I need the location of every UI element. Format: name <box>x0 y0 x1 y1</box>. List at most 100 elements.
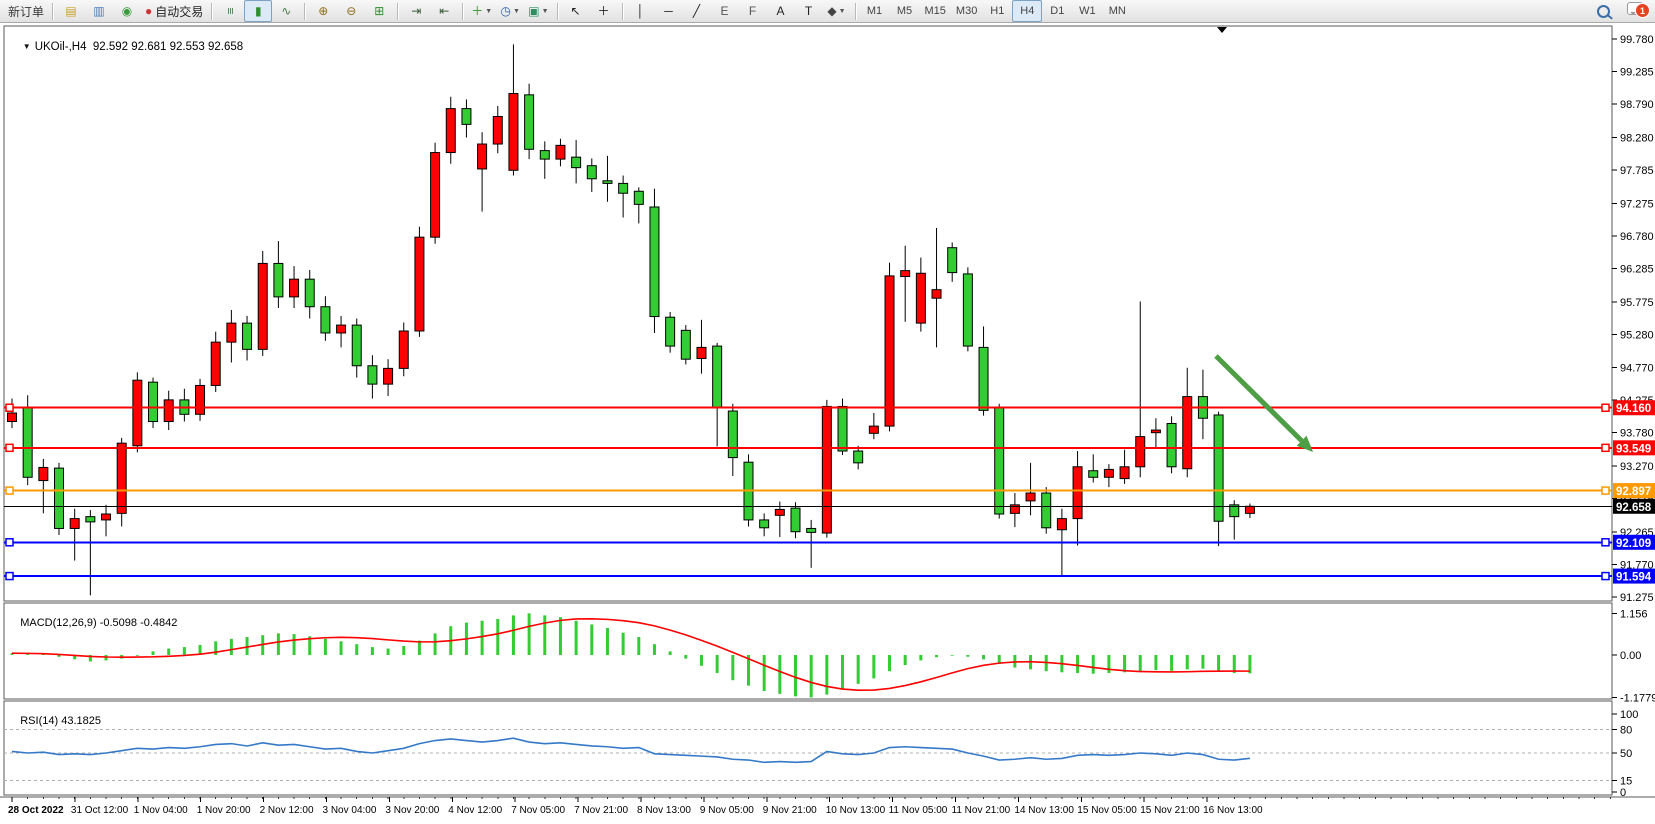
line-anchor-handle[interactable] <box>6 444 13 451</box>
dropdown-caret-icon[interactable]: ▼ <box>839 8 846 15</box>
candle <box>901 271 910 277</box>
new-chart-icon[interactable]: ＋▼ <box>467 0 496 22</box>
candle <box>885 276 894 426</box>
navigator-icon[interactable]: ◉ <box>113 0 141 22</box>
text-icon[interactable]: A <box>767 0 795 22</box>
line-anchor-handle[interactable] <box>6 487 13 494</box>
candle <box>525 95 534 149</box>
horizontal-line-icon[interactable]: ─ <box>655 0 683 22</box>
line-anchor-handle[interactable] <box>1602 487 1609 494</box>
dropdown-caret-icon[interactable]: ▼ <box>542 8 549 15</box>
shapes-icon[interactable]: ◆▼ <box>823 0 851 22</box>
rsi-name: RSI(14) <box>20 715 58 727</box>
zoom-out-icon[interactable]: ⊖ <box>337 0 365 22</box>
candle <box>650 207 659 317</box>
candle <box>540 151 549 160</box>
candle <box>23 407 32 477</box>
toolbar-group: 新订单 <box>4 0 48 22</box>
quotes-window-icon[interactable]: ▤ <box>57 0 85 22</box>
line-chart-icon: ∿ <box>281 5 291 17</box>
chart-menu-arrow-icon[interactable]: ▼ <box>23 42 31 51</box>
candle <box>1073 467 1082 519</box>
rsi-axis-label: 80 <box>1620 725 1632 737</box>
line-anchor-handle[interactable] <box>6 573 13 580</box>
candle <box>572 157 581 167</box>
tf-m1-button[interactable]: M1 <box>860 0 890 22</box>
time-axis-label: 9 Nov 05:00 <box>700 805 754 816</box>
tf-m30-button-label: M30 <box>956 5 977 17</box>
candle <box>352 325 361 366</box>
tf-mn-button[interactable]: MN <box>1102 0 1132 22</box>
tf-m15-button[interactable]: M15 <box>920 0 951 22</box>
auto-trading-button[interactable]: ●自动交易 <box>141 0 207 22</box>
vertical-line-icon[interactable]: │ <box>627 0 655 22</box>
macd-axis-label: 1.156 <box>1620 608 1648 620</box>
templates-icon[interactable]: ▣▼ <box>524 0 552 22</box>
cursor-icon[interactable]: ↖ <box>562 0 590 22</box>
new-order-button-label: 新订单 <box>8 3 44 20</box>
notifications-chat-icon[interactable]: 1 <box>1627 2 1643 20</box>
chart-ohlc-quotes: 92.592 92.681 92.553 92.658 <box>93 41 243 53</box>
line-anchor-handle[interactable] <box>1602 404 1609 411</box>
line-chart-icon[interactable]: ∿ <box>272 0 300 22</box>
auto-scroll-icon[interactable]: ⇥ <box>402 0 430 22</box>
tf-m5-button[interactable]: M5 <box>890 0 920 22</box>
line-anchor-handle[interactable] <box>1602 444 1609 451</box>
candle <box>321 307 330 333</box>
time-axis-label: 1 Nov 04:00 <box>134 805 188 816</box>
tf-d1-button[interactable]: D1 <box>1042 0 1072 22</box>
chart-symbol-period: UKOil-,H4 <box>35 41 87 53</box>
tf-m30-button[interactable]: M30 <box>951 0 982 22</box>
price-axis-label: 94.770 <box>1620 363 1654 375</box>
tile-windows-icon[interactable]: ⊞ <box>365 0 393 22</box>
text-icon: A <box>777 5 785 17</box>
chart-shift-icon[interactable]: ⇤ <box>430 0 458 22</box>
zoom-out-icon: ⊖ <box>346 5 356 17</box>
line-anchor-handle[interactable] <box>1602 539 1609 546</box>
price-axis-label: 99.285 <box>1620 67 1654 79</box>
tf-h1-button[interactable]: H1 <box>982 0 1012 22</box>
candle <box>149 382 158 421</box>
candle <box>86 517 95 522</box>
candle <box>70 519 79 529</box>
fibonacci-icon[interactable]: F <box>739 0 767 22</box>
tf-d1-button-label: D1 <box>1050 5 1064 17</box>
price-axis-label: 93.270 <box>1620 461 1654 473</box>
candle <box>509 94 518 171</box>
candle <box>39 467 48 480</box>
line-anchor-handle[interactable] <box>6 539 13 546</box>
candlestick-chart-icon: ▮ <box>255 5 262 17</box>
dropdown-caret-icon[interactable]: ▼ <box>485 8 492 15</box>
periods-icon[interactable]: ◷▼ <box>496 0 524 22</box>
dropdown-caret-icon[interactable]: ▼ <box>513 8 520 15</box>
chart-title: ▼ UKOil-,H4 92.592 92.681 92.553 92.658 <box>10 29 243 65</box>
market-watch-icon[interactable]: ▥ <box>85 0 113 22</box>
candle <box>838 406 847 451</box>
time-axis-label: 28 Oct 2022 <box>8 805 64 816</box>
candle <box>932 290 941 299</box>
time-axis-label: 11 Nov 21:00 <box>952 805 1011 816</box>
candle <box>102 514 111 520</box>
new-order-button[interactable]: 新订单 <box>4 0 48 22</box>
tf-mn-button-label: MN <box>1109 5 1126 17</box>
auto-trading-button: ● <box>145 5 152 17</box>
line-anchor-handle[interactable] <box>1602 573 1609 580</box>
price-axis-label: 99.780 <box>1620 34 1654 46</box>
price-axis-label: 97.785 <box>1620 165 1654 177</box>
text-label-icon[interactable]: T <box>795 0 823 22</box>
zoom-in-icon[interactable]: ⊕ <box>309 0 337 22</box>
crosshair-icon[interactable]: ＋ <box>590 0 618 22</box>
bar-chart-icon[interactable]: ≡ <box>216 0 244 22</box>
candle <box>1214 415 1223 521</box>
search-icon[interactable] <box>1589 0 1617 22</box>
trendline-icon[interactable]: ╱ <box>683 0 711 22</box>
tf-h4-button[interactable]: H4 <box>1012 0 1042 22</box>
candlestick-chart-icon[interactable]: ▮ <box>244 0 272 22</box>
candle <box>948 248 957 273</box>
tf-w1-button[interactable]: W1 <box>1072 0 1102 22</box>
zoom-in-icon: ⊕ <box>318 5 328 17</box>
price-chart: 99.78099.28598.79098.28097.78597.27596.7… <box>0 23 1655 824</box>
line-anchor-handle[interactable] <box>6 404 13 411</box>
equidistant-channel-icon[interactable]: E <box>711 0 739 22</box>
candle <box>1167 423 1176 466</box>
